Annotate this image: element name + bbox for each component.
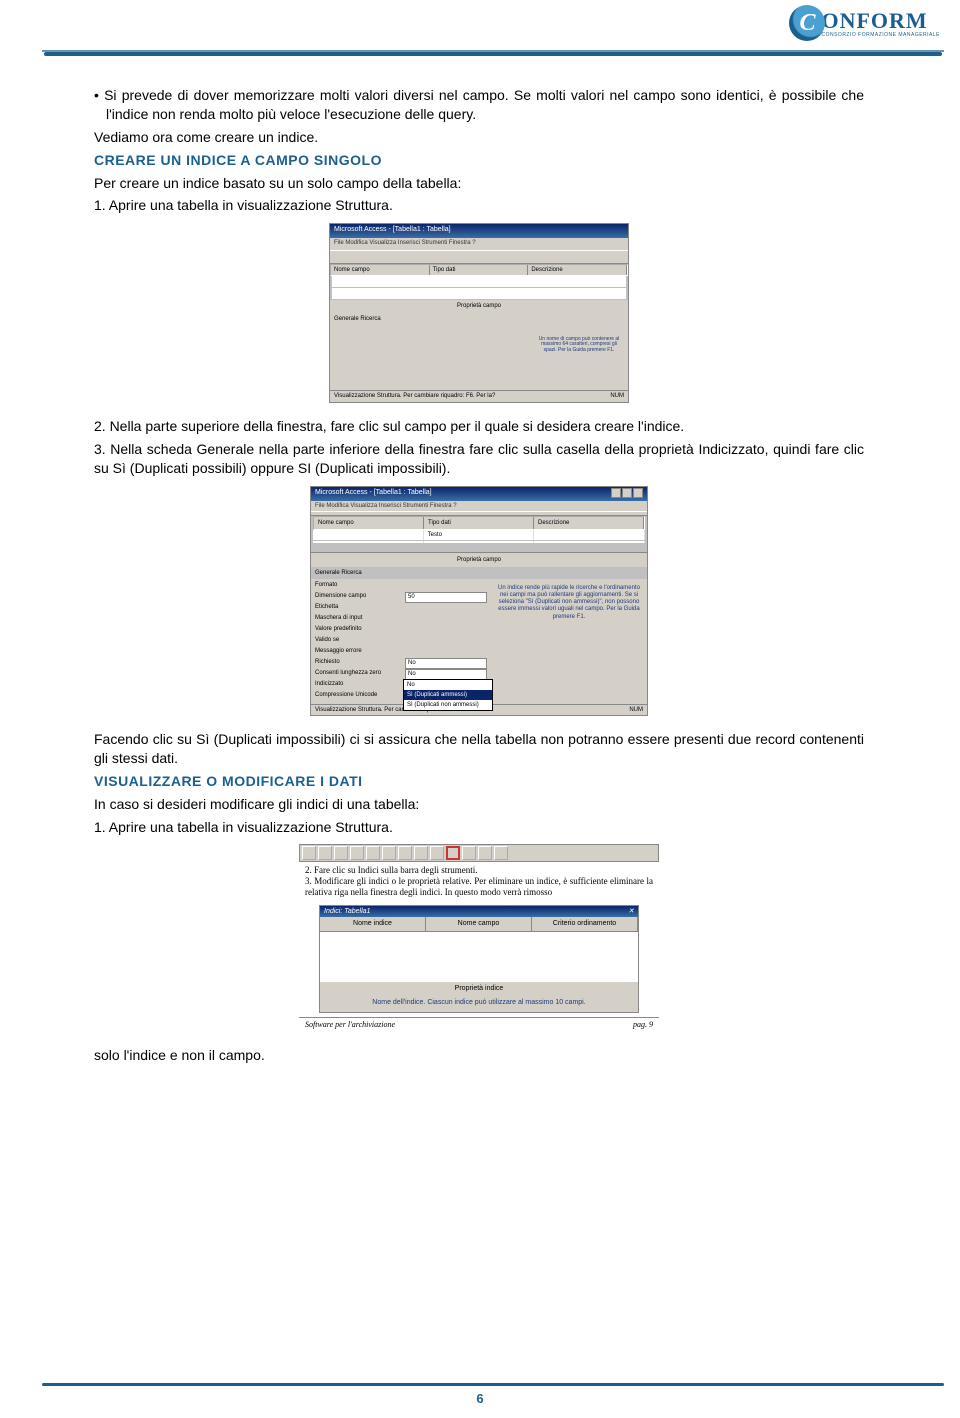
- status-right: NUM: [629, 706, 643, 714]
- indicizzato-dropdown: No Sì (Duplicati ammessi) Sì (Duplicati …: [403, 679, 493, 711]
- grid-row: [332, 276, 626, 288]
- section-heading: CREARE UN INDICE A CAMPO SINGOLO: [94, 151, 864, 170]
- status-right: NUM: [610, 392, 624, 401]
- list-item: 3. Nella scheda Generale nella parte inf…: [94, 440, 864, 478]
- col: Nome campo: [331, 265, 430, 275]
- toolbar: [299, 844, 659, 862]
- list-item: 2. Nella parte superiore della finestra,…: [94, 417, 864, 436]
- grid-header: Nome campo Tipo dati Descrizione: [330, 264, 628, 276]
- status-left: Visualizzazione Struttura. Per cambiare …: [334, 392, 495, 401]
- section-heading: VISUALIZZARE O MODIFICARE I DATI: [94, 772, 864, 791]
- paragraph: Per creare un indice basato su un solo c…: [94, 174, 864, 193]
- statusbar: Visualizzazione Struttura. Per cambiare …: [330, 390, 628, 402]
- grid-row: [313, 541, 645, 544]
- col: Tipo dati: [424, 517, 534, 529]
- list-item: 1. Aprire una tabella in visualizzazione…: [94, 818, 864, 837]
- properties-pane: Formato Dimensione campo50 Etichetta Mas…: [311, 579, 647, 704]
- window-title: Indici: Tabella1 ✕: [320, 906, 638, 917]
- grid-rows: [320, 932, 638, 982]
- grid-header: Nome indice Nome campo Criterio ordiname…: [320, 917, 638, 931]
- grid-row: Testo: [313, 530, 645, 541]
- close-icon: ✕: [628, 907, 634, 916]
- page-header: C ONFORM CONSORZIO FORMAZIONE MANAGERIAL…: [0, 0, 960, 50]
- paragraph: In caso si desideri modificare gli indic…: [94, 795, 864, 814]
- hint-text: Un indice rende più rapide le ricerche e…: [491, 579, 647, 704]
- indici-button-icon: [446, 846, 460, 860]
- col: Nome campo: [314, 517, 424, 529]
- logo: C ONFORM CONSORZIO FORMAZIONE MANAGERIAL…: [789, 6, 940, 40]
- page-number: 6: [0, 1391, 960, 1406]
- content: Si prevede di dover memorizzare molti va…: [0, 56, 960, 1065]
- section-label: Proprietà campo: [330, 300, 628, 312]
- section-label: Proprietà indice: [320, 982, 638, 995]
- toolbar: [330, 250, 628, 264]
- screenshot-indici-window: 2. Fare clic su Indici sulla barra degli…: [299, 844, 659, 1032]
- logo-text: ONFORM: [821, 8, 940, 34]
- hint-text: Un nome di campo può contenere al massim…: [534, 337, 624, 354]
- paragraph: solo l'indice e non il campo.: [94, 1046, 864, 1065]
- menubar: File Modifica Visualizza Inserisci Strum…: [330, 238, 628, 250]
- paragraph: Facendo clic su Sì (Duplicati impossibil…: [94, 730, 864, 768]
- menubar: File Modifica Visualizza Inserisci Strum…: [311, 501, 647, 511]
- list-item: 1. Aprire una tabella in visualizzazione…: [94, 196, 864, 215]
- bullet-point: Si prevede di dover memorizzare molti va…: [94, 86, 864, 124]
- logo-subtitle: CONSORZIO FORMAZIONE MANAGERIALE: [821, 32, 940, 38]
- tabs: Generale Ricerca: [330, 313, 628, 325]
- window-title: Microsoft Access - [Tabella1 : Tabella]: [311, 487, 647, 501]
- window-buttons: [610, 488, 643, 500]
- section-label: Proprietà campo: [311, 552, 647, 567]
- embedded-footer: Software per l'archiviazione pag. 9: [299, 1017, 659, 1033]
- hint-text: Nome dell'indice. Ciascun indice può uti…: [320, 995, 638, 1011]
- tabs: Generale Ricerca: [311, 567, 647, 579]
- screenshot-access-indexed: Microsoft Access - [Tabella1 : Tabella] …: [310, 486, 648, 716]
- screenshot-access-structure: Microsoft Access - [Tabella1 : Tabella] …: [329, 223, 629, 403]
- grid-row: [332, 288, 626, 300]
- embedded-step: 2. Fare clic su Indici sulla barra degli…: [299, 862, 659, 900]
- grid-header: Nome campo Tipo dati Descrizione: [313, 516, 645, 530]
- indici-window: Indici: Tabella1 ✕ Nome indice Nome camp…: [319, 905, 639, 1013]
- properties-pane: Generale Ricerca Un nome di campo può co…: [330, 313, 628, 391]
- paragraph: Vediamo ora come creare un indice.: [94, 128, 864, 147]
- col: Tipo dati: [430, 265, 529, 275]
- col: Descrizione: [534, 517, 644, 529]
- logo-mark: C: [789, 5, 825, 41]
- window-title: Microsoft Access - [Tabella1 : Tabella]: [330, 224, 628, 238]
- footer-rule: [42, 1383, 944, 1386]
- col: Descrizione: [528, 265, 627, 275]
